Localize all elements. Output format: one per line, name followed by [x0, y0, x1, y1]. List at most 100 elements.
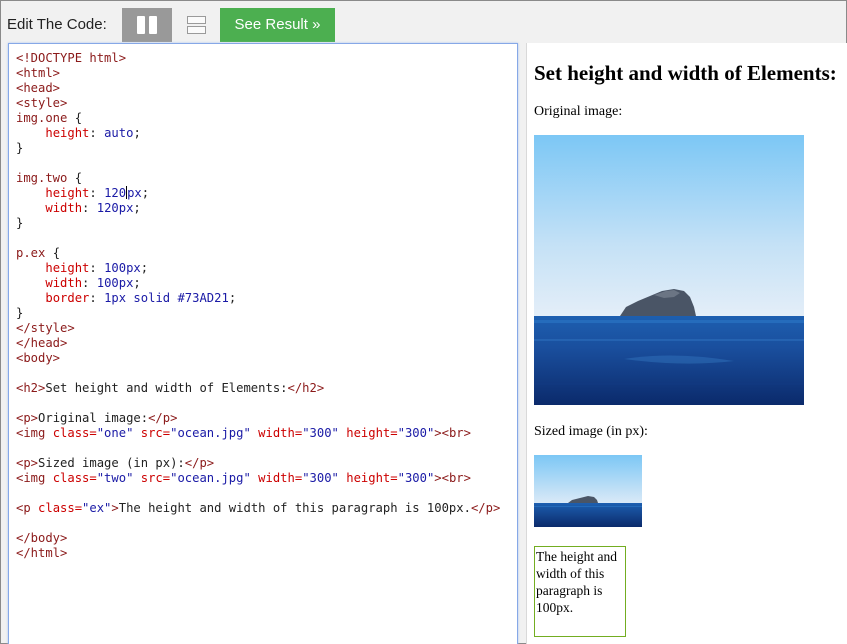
code-token: : [82, 201, 97, 215]
code-token: <p> [16, 411, 39, 425]
code-token: "300" [397, 426, 435, 440]
code-token: </html> [16, 546, 68, 560]
code-token: width [45, 201, 83, 215]
code-line[interactable] [16, 486, 500, 501]
code-line[interactable]: </style> [16, 321, 500, 336]
code-token: class= [38, 501, 83, 515]
code-line[interactable]: </html> [16, 546, 500, 561]
code-line[interactable]: p.ex { [16, 246, 500, 261]
code-token: "300" [302, 471, 339, 485]
code-line[interactable]: img.two { [16, 171, 500, 186]
ocean-image-sized-graphic [534, 455, 642, 527]
code-token: <style> [16, 96, 68, 110]
code-line[interactable]: } [16, 306, 500, 321]
code-line[interactable]: height: 100px; [16, 261, 500, 276]
code-token: <html> [16, 66, 61, 80]
code-line[interactable] [16, 516, 500, 531]
code-line[interactable] [16, 441, 500, 456]
see-result-button[interactable]: See Result » [220, 8, 335, 42]
code-token: p.ex [16, 246, 46, 260]
code-token: </p> [148, 411, 178, 425]
code-token: height= [346, 471, 398, 485]
code-line[interactable]: img.one { [16, 111, 500, 126]
code-token: </head> [16, 336, 68, 350]
code-token: ><br> [434, 471, 471, 485]
code-line[interactable]: <img class="one" src="ocean.jpg" width="… [16, 426, 500, 441]
editor-window: Edit The Code: See Result » <!DOCTYPE ht… [0, 0, 847, 644]
code-line[interactable]: <p>Sized image (in px):</p> [16, 456, 500, 471]
code-token: px [127, 186, 142, 200]
code-token: height= [346, 426, 398, 440]
code-token: auto [104, 126, 134, 140]
layout-horizontal-button[interactable] [172, 8, 220, 42]
code-token: Original image: [38, 411, 149, 425]
code-token: Sized image (in px): [38, 456, 185, 470]
code-token: <!DOCTYPE html> [16, 51, 127, 65]
code-token: ; [141, 186, 150, 200]
code-token: img.one [16, 111, 68, 125]
code-token: <body> [16, 351, 61, 365]
code-line[interactable] [16, 396, 500, 411]
code-token: { [67, 111, 83, 125]
code-token: The height and width of this paragraph i… [118, 501, 471, 515]
code-token: { [67, 171, 83, 185]
code-line[interactable]: <!DOCTYPE html> [16, 51, 500, 66]
code-line[interactable] [16, 366, 500, 381]
ocean-image-original [534, 135, 804, 405]
edit-code-label: Edit The Code: [7, 16, 107, 33]
code-line[interactable]: height: 120px; [16, 186, 500, 201]
code-line[interactable]: height: auto; [16, 126, 500, 141]
code-token: class= [52, 471, 97, 485]
code-line[interactable]: <style> [16, 96, 500, 111]
code-token: : [89, 261, 105, 275]
code-text[interactable]: <!DOCTYPE html> <html> <head> <style> img.on… [16, 51, 500, 561]
code-line[interactable]: width: 120px; [16, 201, 500, 216]
code-token: "one" [96, 426, 134, 440]
code-token: </p> [470, 501, 501, 515]
code-line[interactable]: <p class="ex">The height and width of th… [16, 501, 500, 516]
code-editor[interactable]: <!DOCTYPE html> <html> <head> <style> img.on… [8, 43, 518, 644]
code-token: 120 [104, 186, 127, 200]
code-token: ><br> [434, 426, 471, 440]
code-line[interactable]: </body> [16, 531, 500, 546]
code-token: </body> [16, 531, 68, 545]
code-token: ; [133, 276, 141, 290]
code-line[interactable] [16, 231, 500, 246]
code-line[interactable]: <p>Original image:</p> [16, 411, 500, 426]
code-line[interactable]: <img class="two" src="ocean.jpg" width="… [16, 471, 500, 486]
code-line[interactable]: } [16, 141, 500, 156]
code-token: <img [16, 471, 53, 485]
code-line[interactable]: <body> [16, 351, 500, 366]
code-token: "ex" [82, 501, 112, 515]
layout-vertical-button[interactable] [122, 8, 172, 42]
code-token: <p [16, 501, 39, 515]
code-token: > [111, 501, 119, 515]
code-token: : [82, 276, 97, 290]
code-token: <h2> [16, 381, 46, 395]
code-token: <img [16, 426, 53, 440]
example-paragraph-box: The height and width of this paragraph i… [534, 546, 626, 637]
code-token: </style> [16, 321, 75, 335]
code-line[interactable]: <head> [16, 81, 500, 96]
code-line[interactable]: border: 1px solid #73AD21; [16, 291, 500, 306]
code-token: 100px [96, 276, 134, 290]
code-token: ; [228, 291, 237, 305]
code-line[interactable]: <html> [16, 66, 500, 81]
code-line[interactable]: } [16, 216, 500, 231]
code-token: <head> [16, 81, 61, 95]
code-line[interactable]: width: 100px; [16, 276, 500, 291]
code-token: "300" [302, 426, 339, 440]
code-token: : [89, 186, 105, 200]
code-line[interactable]: <h2>Set height and width of Elements:</h… [16, 381, 500, 396]
code-line[interactable] [16, 156, 500, 171]
code-token: src= [140, 471, 171, 485]
code-token: height [45, 261, 90, 275]
toolbar: Edit The Code: See Result » [1, 1, 846, 43]
code-line[interactable]: </head> [16, 336, 500, 351]
code-token: Set height and width of Elements: [45, 381, 288, 395]
